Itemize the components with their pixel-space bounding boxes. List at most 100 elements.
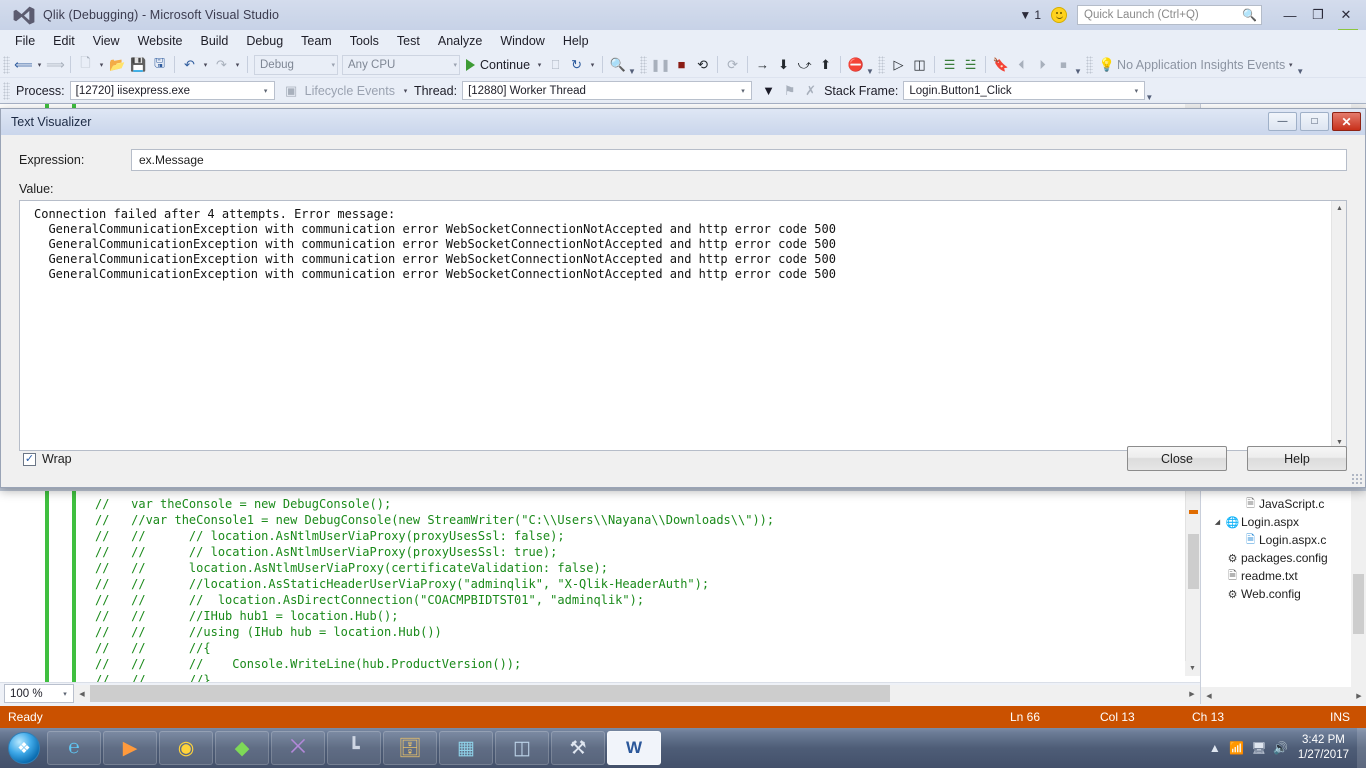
- network-error-icon[interactable]: 📶: [1226, 741, 1248, 755]
- undo-caret-icon[interactable]: ▾: [200, 61, 211, 69]
- value-textarea[interactable]: Connection failed after 4 attempts. Erro…: [19, 200, 1347, 451]
- thread-combo[interactable]: [12880] Worker Thread ▾: [462, 81, 753, 100]
- menu-item-build[interactable]: Build: [192, 32, 238, 50]
- step-over-icon[interactable]: ⤻: [794, 54, 815, 75]
- volume-icon[interactable]: 🔊: [1270, 741, 1292, 755]
- zoom-level-combo[interactable]: 100 % ▾: [4, 684, 74, 703]
- dom-explorer-icon[interactable]: ◫: [909, 54, 930, 75]
- app-insights-caret-icon[interactable]: ▾: [1285, 61, 1296, 69]
- navigate-back-caret-icon[interactable]: ▾: [34, 61, 45, 69]
- expression-input[interactable]: ex.Message: [131, 149, 1347, 171]
- taskbar-visual-studio-icon[interactable]: ⨉: [271, 731, 325, 765]
- menu-item-tools[interactable]: Tools: [341, 32, 388, 50]
- display-icon[interactable]: 🖥: [1248, 741, 1270, 755]
- windows-start-orb-icon[interactable]: ❖: [2, 730, 46, 766]
- menu-item-team[interactable]: Team: [292, 32, 341, 50]
- taskbar-google-chrome-icon[interactable]: ◉: [159, 731, 213, 765]
- list-item[interactable]: ⚙ Web.config: [1201, 585, 1366, 603]
- smiley-feedback-icon[interactable]: [1051, 7, 1067, 23]
- lifecycle-caret-icon[interactable]: ▾: [400, 87, 411, 95]
- stop-debugging-icon[interactable]: ■: [671, 54, 692, 75]
- uncomment-selection-icon[interactable]: ☱: [960, 54, 981, 75]
- toggle-bookmark-icon[interactable]: 🔖: [990, 54, 1011, 75]
- step-into-icon[interactable]: ⬇: [773, 54, 794, 75]
- toolbar-grip-insights[interactable]: [1086, 55, 1094, 74]
- menu-item-window[interactable]: Window: [491, 32, 553, 50]
- new-item-caret-icon[interactable]: ▾: [96, 61, 107, 69]
- save-all-icon[interactable]: 🖫: [149, 54, 170, 75]
- toolbar-grip-text[interactable]: [878, 55, 886, 74]
- toolbar-overflow-icon[interactable]: ▼: [628, 55, 637, 75]
- delete-all-breakpoints-icon[interactable]: ⛔: [845, 54, 866, 75]
- restart-caret-icon[interactable]: ▾: [587, 61, 598, 69]
- close-button[interactable]: Close: [1127, 446, 1227, 471]
- toolbar-overflow-icon-4[interactable]: ▼: [1296, 55, 1305, 75]
- taskbar-file-explorer-icon[interactable]: 🗄: [383, 731, 437, 765]
- taskbar-windows-media-player-icon[interactable]: ▶: [103, 731, 157, 765]
- continue-caret-icon[interactable]: ▾: [534, 61, 545, 69]
- solution-explorer-hscrollbar[interactable]: ◀ ▶: [1201, 687, 1366, 704]
- tree-expander-icon[interactable]: ◢: [1211, 518, 1224, 526]
- dialog-title-bar[interactable]: Text Visualizer — □ ✕: [1, 109, 1365, 135]
- debug-toolbar-overflow-icon[interactable]: ▼: [1145, 81, 1154, 101]
- menu-item-website[interactable]: Website: [129, 32, 192, 50]
- open-file-icon[interactable]: 📂: [107, 54, 128, 75]
- find-in-files-icon[interactable]: 🔍: [607, 54, 628, 75]
- wrap-checkbox[interactable]: ✓ Wrap: [23, 452, 72, 466]
- help-button[interactable]: Help: [1247, 446, 1347, 471]
- solution-platform-combo[interactable]: Any CPU ▾: [342, 54, 460, 75]
- minimize-button[interactable]: —: [1276, 4, 1304, 26]
- menu-item-edit[interactable]: Edit: [44, 32, 84, 50]
- list-item[interactable]: ◢ 🌐 Login.aspx: [1201, 513, 1366, 531]
- scroll-down-icon[interactable]: ▼: [1185, 661, 1200, 676]
- taskbar-sql-tool-icon[interactable]: ┗: [327, 731, 381, 765]
- step-out-icon[interactable]: ⬆: [815, 54, 836, 75]
- menu-item-test[interactable]: Test: [388, 32, 429, 50]
- taskbar-internet-explorer-icon[interactable]: ℮: [47, 731, 101, 765]
- scroll-up-icon[interactable]: ▲: [1332, 201, 1346, 216]
- scroll-right-icon[interactable]: ▶: [1351, 687, 1366, 704]
- restore-button[interactable]: ❐: [1304, 4, 1332, 26]
- menu-item-view[interactable]: View: [84, 32, 129, 50]
- toolbar-overflow-icon-3[interactable]: ▼: [1074, 55, 1083, 75]
- navigate-back-icon[interactable]: ⟸: [13, 54, 34, 75]
- close-button[interactable]: ✕: [1332, 4, 1360, 26]
- solution-explorer-scroll-thumb[interactable]: [1353, 574, 1364, 634]
- toolbar-grip-debug[interactable]: [640, 55, 648, 74]
- menu-item-debug[interactable]: Debug: [237, 32, 292, 50]
- process-combo[interactable]: [12720] iisexpress.exe ▾: [69, 81, 275, 100]
- resize-grip[interactable]: [1351, 473, 1363, 485]
- list-item[interactable]: 🗎 readme.txt: [1201, 567, 1366, 585]
- taskbar-tools-app-icon[interactable]: ⚒: [551, 731, 605, 765]
- editor-scroll-thumb[interactable]: [1188, 534, 1199, 589]
- restart-icon[interactable]: ↻: [566, 54, 587, 75]
- taskbar-folder-app-icon[interactable]: ◆: [215, 731, 269, 765]
- debug-toolbar-grip[interactable]: [3, 81, 10, 100]
- se-hscroll-track[interactable]: [1217, 687, 1351, 704]
- taskbar-microsoft-word-icon[interactable]: W: [607, 731, 661, 765]
- solution-configuration-combo[interactable]: Debug ▾: [254, 54, 338, 75]
- scroll-left-icon[interactable]: ◀: [1201, 687, 1217, 704]
- dialog-close-button[interactable]: ✕: [1332, 112, 1361, 131]
- editor-hscroll-thumb[interactable]: [90, 685, 890, 702]
- menu-item-help[interactable]: Help: [554, 32, 598, 50]
- taskbar-qlik-app-icon[interactable]: ▦: [439, 731, 493, 765]
- toolbar-overflow-icon-2[interactable]: ▼: [866, 55, 875, 75]
- scroll-right-icon[interactable]: ▶: [1184, 685, 1200, 702]
- toolbar-grip[interactable]: [3, 55, 10, 74]
- filter-icon[interactable]: ▼: [758, 80, 779, 101]
- save-icon[interactable]: 💾: [128, 54, 149, 75]
- menu-item-analyze[interactable]: Analyze: [429, 32, 491, 50]
- list-item[interactable]: ⚙ packages.config: [1201, 549, 1366, 567]
- quick-launch-input[interactable]: Quick Launch (Ctrl+Q) 🔍: [1077, 5, 1262, 25]
- comment-selection-icon[interactable]: ☰: [939, 54, 960, 75]
- list-item[interactable]: 🗎 Login.aspx.c: [1201, 531, 1366, 549]
- value-scrollbar[interactable]: ▲ ▼: [1331, 201, 1346, 450]
- redo-caret-icon[interactable]: ▾: [232, 61, 243, 69]
- continue-button[interactable]: Continue: [462, 58, 534, 72]
- select-element-icon[interactable]: ▷: [888, 54, 909, 75]
- dialog-maximize-button[interactable]: □: [1300, 112, 1329, 131]
- scroll-left-icon[interactable]: ◀: [74, 685, 90, 702]
- show-next-statement-icon[interactable]: →: [752, 54, 773, 75]
- show-hidden-icons-icon[interactable]: ▲: [1204, 741, 1226, 755]
